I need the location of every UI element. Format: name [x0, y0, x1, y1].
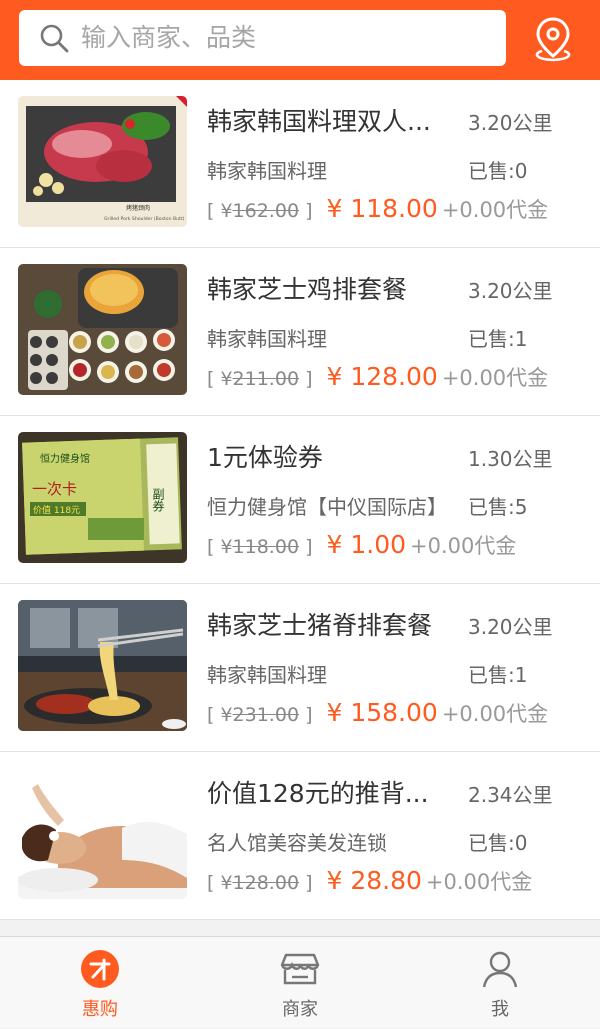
tab-label: 惠购 [82, 999, 118, 1020]
original-price: 231.00 [232, 704, 300, 726]
card-brand: 恒力健身馆 [40, 452, 90, 465]
deal-icon [81, 950, 119, 988]
coin-amount: +0.00代金 [441, 702, 549, 726]
coin-amount: +0.00代金 [441, 198, 549, 222]
deal-distance: 3.20公里 [468, 279, 553, 303]
deal-distance: 1.30公里 [468, 447, 553, 471]
bottom-tab-bar: 惠购 商家 我 [0, 936, 600, 1028]
merchant-name: 韩家韩国料理 [207, 327, 327, 351]
price-row: [ ¥128.00 ] ¥ 28.80 +0.00代金 [207, 864, 532, 901]
original-price: 162.00 [232, 200, 300, 222]
current-price: ¥ 1.00 [326, 530, 407, 559]
tab-deals[interactable]: 惠购 [0, 937, 200, 1029]
current-price: ¥ 28.80 [326, 866, 422, 895]
coin-amount: +0.00代金 [410, 534, 517, 558]
deal-distance: 2.34公里 [468, 783, 553, 807]
original-price: 128.00 [232, 872, 300, 894]
list-item[interactable]: 韩家芝士鸡排套餐 3.20公里 韩家韩国料理 已售:1 [ ¥211.00 ] ¥… [0, 248, 600, 416]
sold-count: 已售:1 [468, 663, 528, 687]
tab-label: 我 [491, 999, 509, 1020]
bracket-open: [ ¥ [207, 872, 233, 894]
bracket-close: ] [299, 872, 313, 894]
deal-image [18, 768, 187, 899]
deal-list: 烤猪颈肉 Grilled Pork Shoulder (Boston Butt)… [0, 80, 600, 920]
tab-label: 商家 [282, 999, 318, 1020]
merchant-name: 恒力健身馆【中仪国际店】 [207, 495, 447, 519]
list-item[interactable]: 韩家芝士猪脊排套餐 3.20公里 韩家韩国料理 已售:1 [ ¥231.00 ]… [0, 584, 600, 752]
top-bar: 输入商家、品类 [0, 0, 600, 80]
bracket-open: [ ¥ [207, 200, 233, 222]
bracket-close: ] [299, 704, 313, 726]
location-pin-icon[interactable] [528, 14, 578, 64]
search-icon [40, 24, 69, 53]
bracket-close: ] [299, 200, 313, 222]
tab-merchants[interactable]: 商家 [200, 937, 400, 1029]
deal-image [18, 264, 187, 395]
merchant-name: 韩家韩国料理 [207, 663, 327, 687]
store-icon [280, 953, 320, 985]
sold-count: 已售:5 [468, 495, 528, 519]
deal-title: 韩家芝士鸡排套餐 [207, 275, 408, 304]
deal-title: 韩家芝士猪脊排套餐 [207, 611, 433, 640]
card-name: 一次卡 [32, 480, 77, 498]
card-side-label: 副券 [151, 488, 165, 512]
current-price: ¥ 158.00 [326, 698, 438, 727]
merchant-name: 名人馆美容美发连锁 [207, 831, 387, 855]
current-price: ¥ 118.00 [326, 194, 438, 223]
coin-amount: +0.00代金 [425, 870, 533, 894]
image-caption: 烤猪颈肉 [126, 204, 150, 212]
merchant-name: 韩家韩国料理 [207, 159, 327, 183]
price-row: [ ¥231.00 ] ¥ 158.00 +0.00代金 [207, 696, 548, 733]
bracket-close: ] [299, 368, 313, 390]
user-icon [482, 951, 518, 988]
card-value: 价值 118元 [33, 504, 80, 516]
list-item[interactable]: 恒力健身馆 一次卡 价值 118元 副券 1元体验券 1.30公里 恒力健身馆【… [0, 416, 600, 584]
list-item[interactable]: 价值128元的推背... 2.34公里 名人馆美容美发连锁 已售:0 [ ¥12… [0, 752, 600, 920]
tab-me[interactable]: 我 [400, 937, 600, 1029]
search-input[interactable]: 输入商家、品类 [19, 10, 506, 66]
coin-amount: +0.00代金 [441, 366, 549, 390]
deal-image: 烤猪颈肉 Grilled Pork Shoulder (Boston Butt) [18, 96, 187, 227]
sold-count: 已售:0 [468, 831, 528, 855]
list-item[interactable]: 烤猪颈肉 Grilled Pork Shoulder (Boston Butt)… [0, 80, 600, 248]
price-row: [ ¥211.00 ] ¥ 128.00 +0.00代金 [207, 360, 548, 397]
price-row: [ ¥118.00 ] ¥ 1.00 +0.00代金 [207, 528, 516, 565]
current-price: ¥ 128.00 [326, 362, 438, 391]
deal-distance: 3.20公里 [468, 111, 553, 135]
deal-title: 韩家韩国料理双人... [207, 107, 431, 136]
bracket-open: [ ¥ [207, 704, 233, 726]
search-placeholder: 输入商家、品类 [81, 23, 257, 52]
deal-title: 价值128元的推背... [207, 779, 429, 808]
bracket-open: [ ¥ [207, 368, 233, 390]
original-price: 211.00 [232, 368, 300, 390]
deal-distance: 3.20公里 [468, 615, 553, 639]
deal-image: 恒力健身馆 一次卡 价值 118元 副券 [18, 432, 187, 563]
image-caption-en: Grilled Pork Shoulder (Boston Butt) [104, 216, 185, 222]
sold-count: 已售:1 [468, 327, 528, 351]
bracket-close: ] [299, 536, 313, 558]
deal-image [18, 600, 187, 731]
price-row: [ ¥162.00 ] ¥ 118.00 +0.00代金 [207, 192, 548, 229]
original-price: 118.00 [232, 536, 300, 558]
sold-count: 已售:0 [468, 159, 528, 183]
deal-title: 1元体验券 [207, 443, 323, 472]
bracket-open: [ ¥ [207, 536, 233, 558]
